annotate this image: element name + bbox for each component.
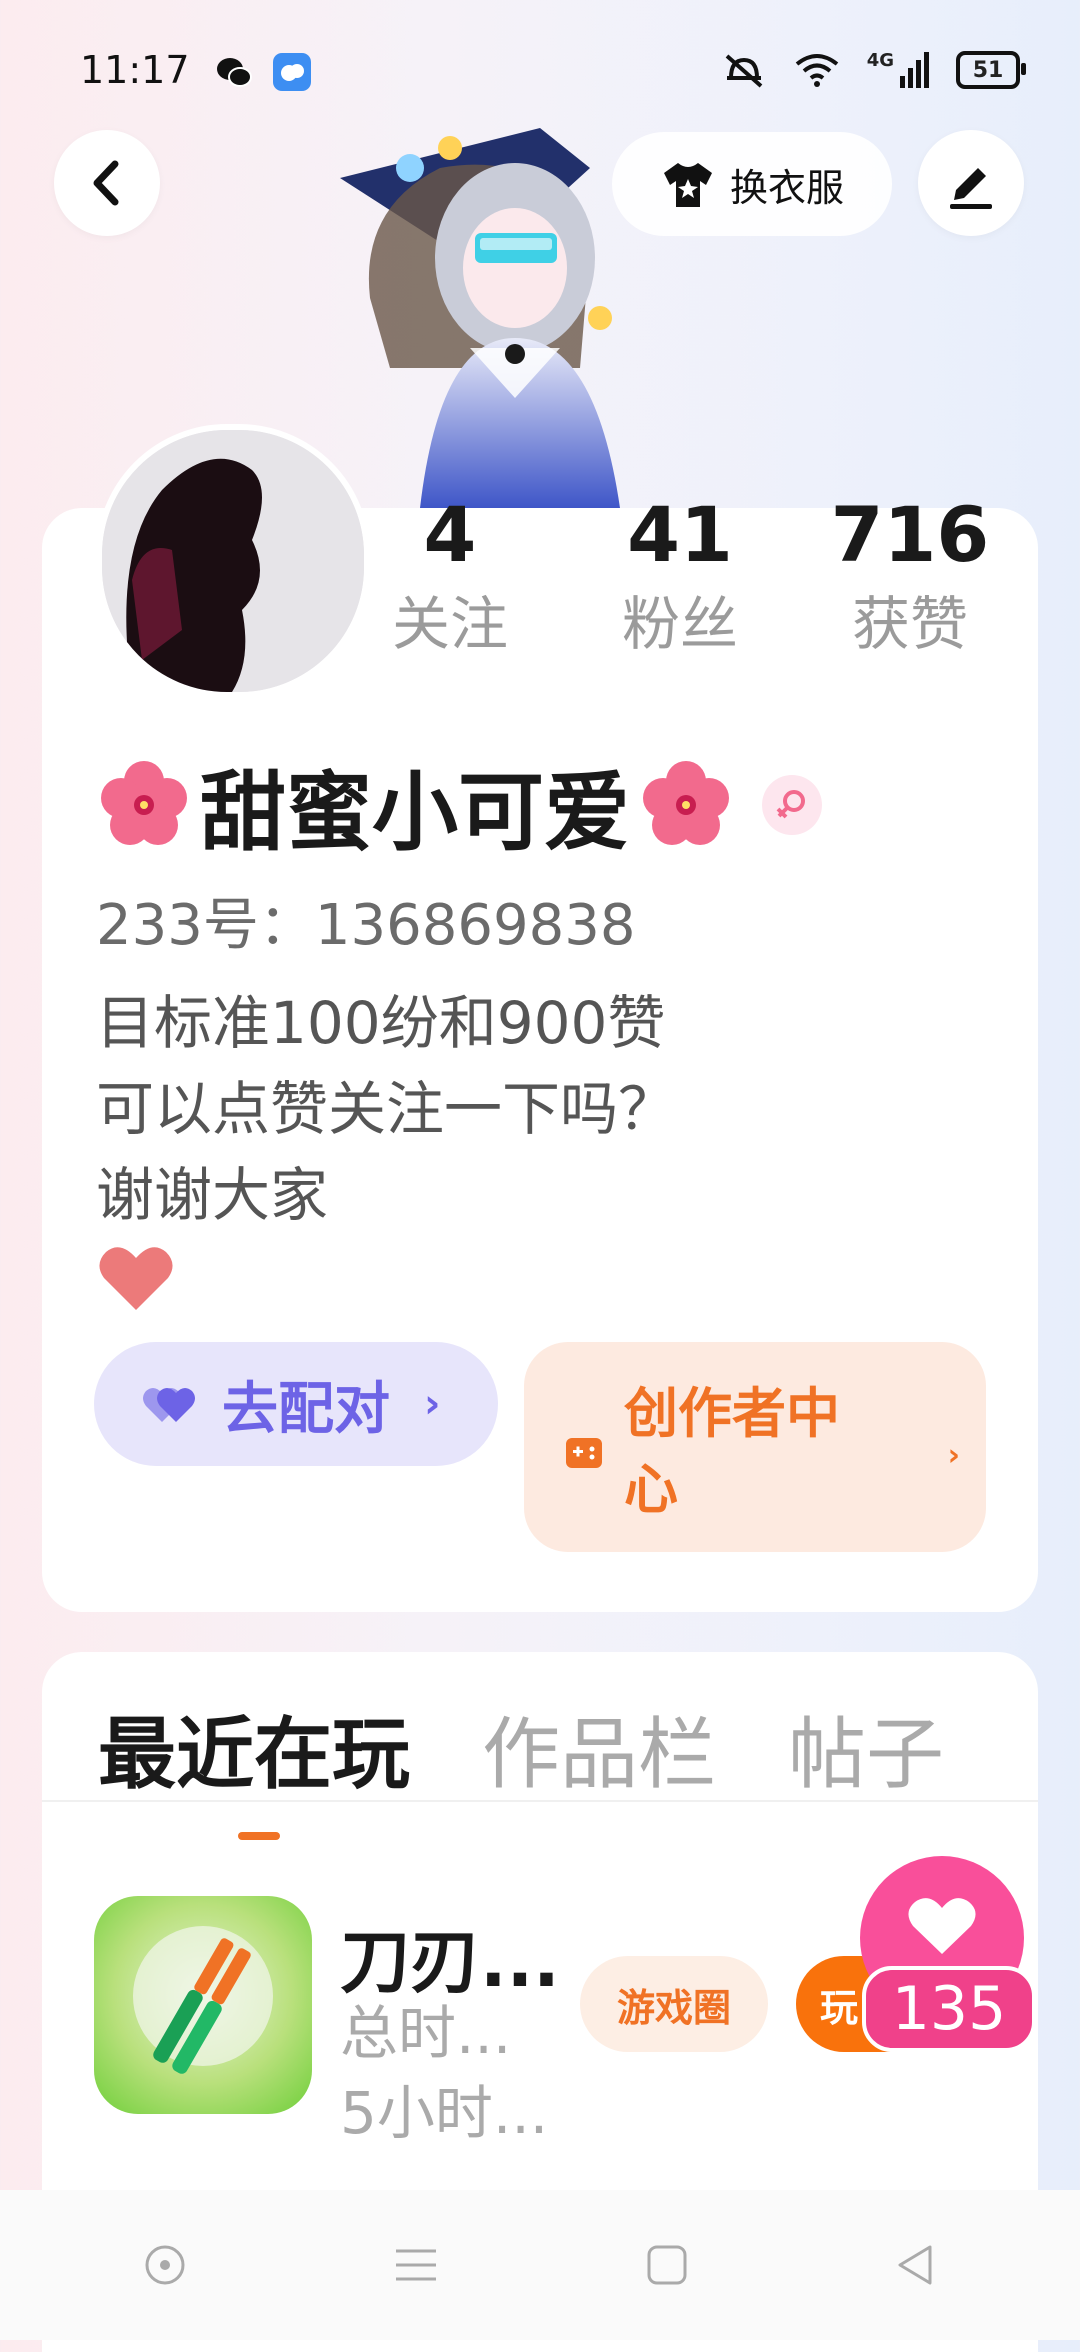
- match-label: 去配对: [222, 1376, 390, 1442]
- stat-likes-label: 获赞: [851, 590, 968, 658]
- tab-recently-played[interactable]: 最近在玩: [98, 1692, 410, 1840]
- hearts-icon: [143, 1387, 195, 1422]
- status-time: 11:17: [80, 48, 190, 92]
- floating-like-count: 135: [862, 1966, 1036, 2052]
- app-notification-icon: [273, 53, 311, 91]
- battery-indicator: 51: [956, 51, 1026, 89]
- mute-bell-icon: [725, 54, 763, 88]
- edit-button[interactable]: [918, 130, 1024, 236]
- chevron-right-icon: ›: [947, 1438, 960, 1473]
- tshirt-icon: [663, 163, 712, 207]
- heart-icon: [908, 1898, 976, 1954]
- game-playtime: 5小时...: [340, 2079, 549, 2147]
- menu-nav-icon[interactable]: [392, 2245, 440, 2285]
- game-icon[interactable]: [94, 1896, 312, 2114]
- back-nav-icon[interactable]: [894, 2243, 938, 2287]
- creator-center-label: 创作者中心: [624, 1382, 840, 1521]
- change-outfit-label: 换衣服: [729, 165, 844, 210]
- hibiscus-icon: [643, 760, 729, 845]
- divider: [42, 1800, 1038, 1802]
- username-row: 甜蜜小可爱: [94, 742, 822, 867]
- bio-line: 谢谢大家: [96, 1161, 329, 1229]
- game-circle-button[interactable]: 游戏圈: [580, 1956, 768, 2052]
- pencil-icon: [950, 168, 992, 209]
- user-id[interactable]: 233号：136869838: [96, 880, 636, 961]
- system-nav-bar: [0, 2190, 1080, 2340]
- bio-line: 可以点赞关注一下吗？: [96, 1075, 677, 1143]
- signal-icon: [900, 52, 929, 88]
- hibiscus-icon: [101, 760, 187, 845]
- match-button[interactable]: 去配对 ›: [94, 1342, 498, 1466]
- home-nav-icon[interactable]: [645, 2243, 689, 2287]
- knife-game-icon: [133, 1926, 273, 2074]
- chevron-right-icon: ›: [424, 1381, 441, 1427]
- tab-works[interactable]: 作品栏: [482, 1692, 716, 1804]
- bio: 目标准100纷和900赞 可以点赞关注一下吗？ 谢谢大家: [96, 980, 676, 1337]
- stat-likes-value: 716: [830, 490, 990, 579]
- gamepad-icon: [566, 1438, 602, 1468]
- heart-emoji-icon: [99, 1247, 173, 1310]
- network-type: 4G: [866, 49, 894, 71]
- stat-likes[interactable]: 716 获赞: [810, 490, 1010, 664]
- stat-following-value: 4: [423, 490, 477, 579]
- stat-fans-label: 粉丝: [621, 590, 738, 658]
- wechat-icon: [217, 58, 252, 87]
- stat-following-label: 关注: [391, 590, 508, 658]
- change-outfit-button[interactable]: 换衣服: [612, 132, 892, 236]
- tab-posts[interactable]: 帖子: [788, 1692, 944, 1804]
- stat-fans-value: 41: [627, 490, 733, 579]
- chevron-left-icon: [93, 160, 119, 206]
- female-icon: [776, 789, 805, 818]
- avatar-image: [102, 430, 364, 692]
- username: 甜蜜小可爱: [200, 763, 630, 863]
- stat-fans[interactable]: 41 粉丝: [580, 490, 780, 664]
- stat-following[interactable]: 4 关注: [350, 490, 550, 664]
- assistant-nav-icon[interactable]: [143, 2243, 187, 2287]
- back-button[interactable]: [54, 130, 160, 236]
- tab-bar: 最近在玩 作品栏 帖子: [98, 1692, 944, 1840]
- bio-line: 目标准100纷和900赞: [96, 989, 666, 1057]
- wifi-icon: [795, 54, 838, 87]
- female-gender-badge: [762, 774, 822, 835]
- avatar[interactable]: [96, 424, 370, 698]
- creator-center-button[interactable]: 创作者中心 ›: [524, 1342, 986, 1552]
- game-total-time-label: 总时...: [340, 1999, 512, 2067]
